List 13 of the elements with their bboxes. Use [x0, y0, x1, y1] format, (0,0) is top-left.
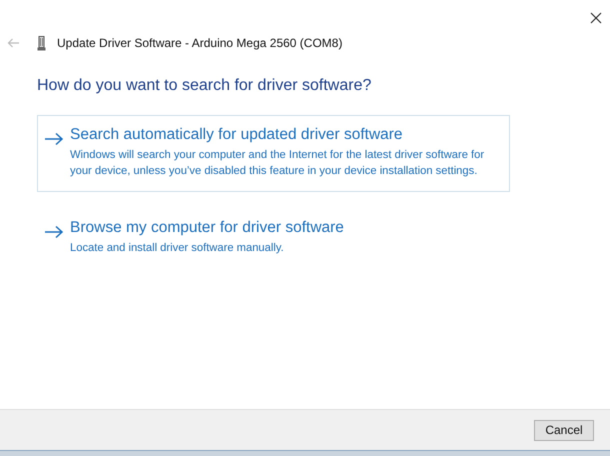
- option-description: Windows will search your computer and the Internet for the latest driver software for your device, unless you’ve disabled this feature in your device installation settings.: [70, 148, 486, 179]
- option-description: Locate and install driver software manually.: [70, 241, 285, 256]
- device-icon: [37, 36, 46, 50]
- arrow-icon: [44, 132, 64, 146]
- cancel-button[interactable]: Cancel: [534, 420, 594, 440]
- option-link[interactable]: [37, 115, 510, 192]
- option-title: Browse my computer for driver software: [70, 219, 344, 237]
- arrow-icon: [44, 225, 64, 239]
- close-icon[interactable]: [590, 12, 602, 24]
- option-link[interactable]: Browse my computer for driver software Locate and install driver software manually.: [37, 208, 510, 269]
- option-title: Search automatically for updated driver software: [70, 126, 404, 144]
- window-title: Update Driver Software - Arduino Mega 2560 (COM8): [57, 36, 342, 50]
- dialog-heading: How do you want to search for driver software?: [37, 77, 372, 95]
